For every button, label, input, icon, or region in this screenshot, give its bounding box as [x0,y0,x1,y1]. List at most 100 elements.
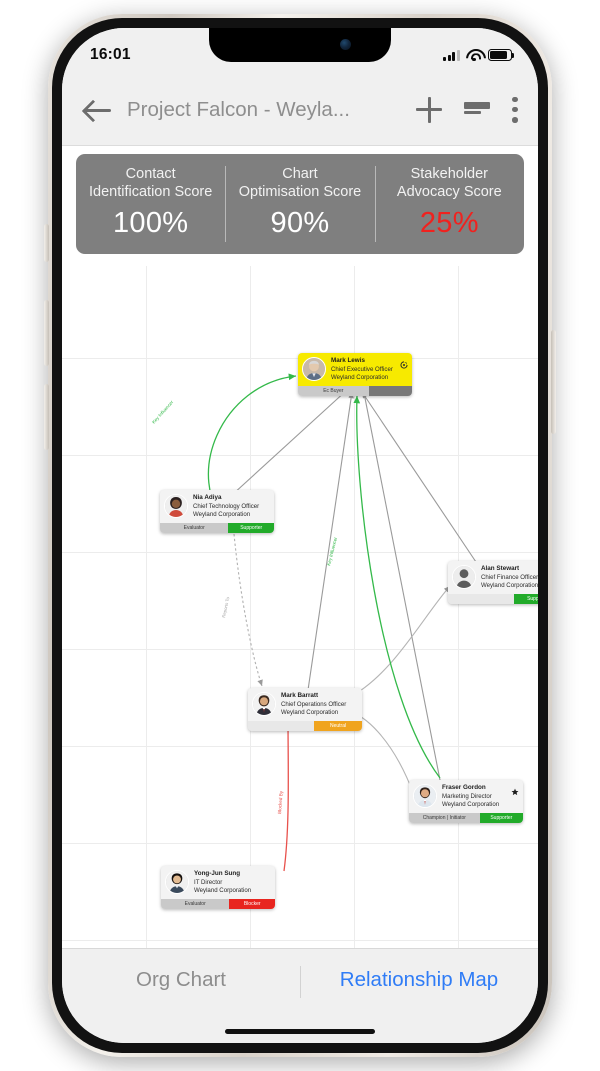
tab-org-chart[interactable]: Org Chart [62,968,300,992]
avatar [252,692,276,717]
node-role: Chief Finance Officer [481,573,538,581]
node-tags: Evaluator Blocker [161,898,275,909]
node-body: Alan Stewart Chief Finance Officer Weyla… [448,561,538,594]
node-tag-stance: Neutral [314,720,362,731]
bottom-tab-bar: Org Chart Relationship Map [62,948,538,1043]
node-card-yong-jun-sung[interactable]: Yong-Jun Sung IT Director Weyland Corpor… [161,866,275,909]
edge-sung-to-barratt-line [283,717,292,872]
filter-icon[interactable] [464,100,490,120]
node-role: Chief Operations Officer [281,700,347,708]
edge-barratt-to-lewis-line [307,391,354,691]
node-tag-role [448,593,515,604]
node-tag-role: Ec Buyer [298,385,369,396]
score-label-line2: Identification Score [89,184,213,200]
node-org: Weyland Corporation [481,581,538,589]
node-role: Chief Technology Officer [193,502,260,510]
edge-label-sung-to-barratt: Blocked By [277,790,284,814]
node-text: Mark Lewis Chief Executive Officer Weyla… [331,357,407,382]
star-icon[interactable] [511,783,519,796]
node-org: Weyland Corporation [193,510,251,518]
home-indicator[interactable] [225,1029,375,1034]
node-tags: Neutral [248,720,362,731]
node-role: Chief Executive Officer [331,365,393,373]
edge-label-nia-to-lewis: Key Influencer [151,399,175,425]
more-vertical-icon[interactable] [512,96,518,123]
node-card-fraser-gordon[interactable]: Fraser Gordon Marketing Director Weyland… [409,780,523,823]
node-name: Fraser Gordon [442,784,486,791]
node-card-alan-stewart[interactable]: Alan Stewart Chief Finance Officer Weyla… [448,561,538,604]
node-tags: Champion | Initiator Supporter [409,812,523,823]
edge-label-fraser-to-lewis: Key Influencer [326,536,338,566]
silent-switch-button[interactable] [44,224,49,262]
wifi-icon [466,49,482,62]
node-text: Alan Stewart Chief Finance Officer Weyla… [481,565,538,590]
node-org: Weyland Corporation [194,886,252,894]
score-label: Stakeholder Advocacy Score [397,166,502,201]
volume-up-button[interactable] [44,300,49,366]
node-name: Alan Stewart [481,565,520,572]
node-card-nia-adiya[interactable]: Nia Adiya Chief Technology Officer Weyla… [160,490,274,533]
node-text: Nia Adiya Chief Technology Officer Weyla… [193,494,269,519]
score-card: Contact Identification Score 100% Chart … [76,154,524,254]
notch [209,28,391,62]
page-title: Project Falcon - Weyla... [127,97,350,121]
volume-down-button[interactable] [44,384,49,450]
node-tag-stance: Supporter [479,812,523,823]
node-name: Mark Barratt [281,692,319,699]
score-chart-optimisation[interactable]: Chart Optimisation Score 90% [225,154,374,254]
node-tag-stance: Supporter [514,593,538,604]
tab-relationship-map[interactable]: Relationship Map [300,966,538,998]
score-label: Chart Optimisation Score [239,166,362,201]
node-tag-role: Evaluator [160,522,229,533]
avatar [164,494,188,519]
node-role: IT Director [194,878,223,886]
tab-bar-inner: Org Chart Relationship Map [62,949,538,1011]
node-card-mark-barratt[interactable]: Mark Barratt Chief Operations Officer We… [248,688,362,731]
node-body: Fraser Gordon Marketing Director Weyland… [409,780,523,813]
node-tag-stance: Supporter [228,522,274,533]
score-panel: Contact Identification Score 100% Chart … [76,154,524,254]
node-text: Fraser Gordon Marketing Director Weyland… [442,784,518,809]
edge-fraser-to-lewis-influence [353,395,441,779]
screenshot-root: 16:01 Project Falcon - Weyla... Contact … [0,0,600,1071]
edge-label-nia-to-barratt: Reports To [221,596,230,618]
node-org: Weyland Corporation [442,800,500,808]
node-role: Marketing Director [442,792,492,800]
power-button[interactable] [551,330,556,434]
back-arrow-icon[interactable] [82,93,116,127]
node-name: Yong-Jun Sung [194,870,241,877]
front-camera-icon [340,39,351,50]
status-indicators [443,49,515,62]
node-body: Yong-Jun Sung IT Director Weyland Corpor… [161,866,275,899]
node-tags: Evaluator Supporter [160,522,274,533]
avatar [165,870,189,895]
node-org: Weyland Corporation [281,708,339,716]
node-text: Yong-Jun Sung IT Director Weyland Corpor… [194,870,270,895]
node-org: Weyland Corporation [331,373,389,381]
battery-icon [488,49,515,61]
node-body: Nia Adiya Chief Technology Officer Weyla… [160,490,274,523]
node-tags: Supporter [448,593,538,604]
score-contact-identification[interactable]: Contact Identification Score 100% [76,154,225,254]
plus-icon[interactable] [416,96,442,123]
node-name: Nia Adiya [193,494,222,501]
node-tags: Ec Buyer [298,385,412,396]
status-clock: 16:01 [90,46,131,63]
score-label-line1: Contact [125,166,176,183]
signal-bars-icon [443,49,460,61]
score-stakeholder-advocacy[interactable]: Stakeholder Advocacy Score 25% [374,154,524,254]
phone-screen: 16:01 Project Falcon - Weyla... Contact … [62,28,538,1043]
score-label-line1: Chart [282,166,318,183]
relationship-map-canvas[interactable]: Key Influencer Key Influencer Reports To… [62,266,538,948]
edge-stewart-to-lewis-line [361,391,477,563]
target-icon[interactable] [400,356,408,369]
node-body: Mark Barratt Chief Operations Officer We… [248,688,362,721]
edge-barratt-to-stewart-line [347,585,451,699]
node-card-mark-lewis[interactable]: Mark Lewis Chief Executive Officer Weyla… [298,353,412,396]
avatar [413,784,437,809]
nav-actions [416,96,518,123]
score-value: 25% [419,206,479,239]
score-label: Contact Identification Score [89,166,212,201]
node-name: Mark Lewis [331,357,365,364]
score-value: 100% [112,206,189,239]
